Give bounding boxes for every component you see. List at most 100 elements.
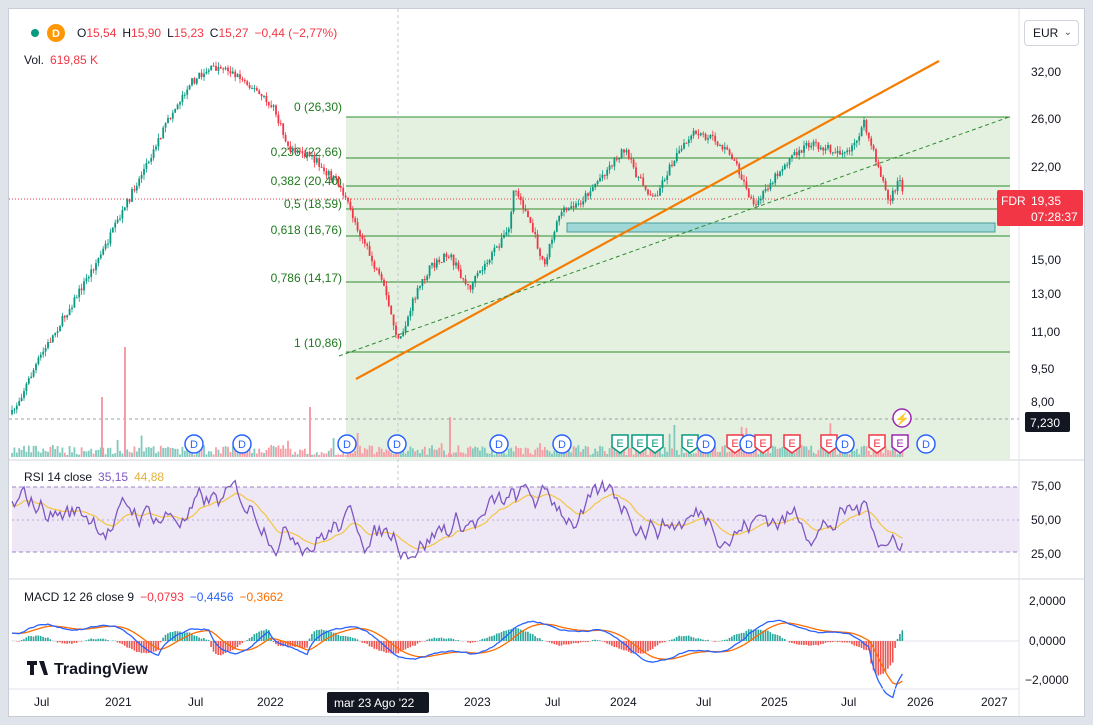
macd-legend[interactable]: MACD 12 26 close 9 −0,0793 −0,4456 −0,3662 <box>24 590 284 604</box>
candle-body <box>222 68 225 70</box>
chart-canvas[interactable]: 0 (26,30) 0,236 (22,66) 0,382 (20,40) 0,… <box>9 9 1085 717</box>
macd-axis[interactable]: 2,0000 0,0000 −2,0000 <box>1025 594 1069 687</box>
volume-bar <box>42 448 45 457</box>
volume-bar <box>433 449 436 457</box>
volume-bar <box>344 454 347 457</box>
volume-bar <box>155 453 157 457</box>
rsi-axis[interactable]: 75,00 50,00 25,00 <box>1031 479 1061 561</box>
volume-bar <box>695 453 697 457</box>
macd-hist-bar <box>618 641 620 649</box>
macd-hist-bar <box>831 641 834 643</box>
volume-bar <box>515 445 517 457</box>
candle-body <box>853 142 856 146</box>
candle-body <box>387 295 390 306</box>
volume-bar <box>363 448 366 457</box>
dividend-marker[interactable]: D <box>337 434 357 454</box>
volume-bar <box>92 453 95 457</box>
macd-hist-bar <box>301 641 304 648</box>
macd-hist-bar <box>210 641 212 648</box>
candle-body <box>510 211 513 229</box>
macd-hist-bar <box>515 627 517 641</box>
earnings-label: E <box>759 438 766 450</box>
candle-body <box>215 65 217 71</box>
dividend-marker[interactable]: D <box>835 434 855 454</box>
candle-body <box>51 335 54 343</box>
time-axis[interactable]: Jul 2021 Jul 2022 2023 Jul 2024 Jul 2025… <box>34 695 1008 709</box>
support-zone-rectangle[interactable] <box>566 222 996 233</box>
macd-hist-bar <box>80 641 83 642</box>
earnings-label: E <box>825 438 832 450</box>
candle-body <box>390 305 393 315</box>
macd-line[interactable] <box>11 619 903 699</box>
macd-hist-bar <box>567 641 570 645</box>
candle-body <box>193 78 196 84</box>
currency-selector[interactable]: EUR ⌄ <box>1024 20 1079 46</box>
macd-hist-bar <box>819 641 822 645</box>
dividend-marker[interactable]: D <box>696 434 716 454</box>
candle-body <box>541 255 544 260</box>
volume-bar <box>167 446 169 457</box>
candle-body <box>733 159 736 161</box>
candle-body <box>822 147 825 151</box>
macd-hist-bar <box>875 641 877 674</box>
macd-hist-bar <box>812 641 815 646</box>
volume-bar <box>524 447 527 457</box>
price-axis[interactable]: 32,00 26,00 22,00 15,00 13,00 11,00 9,50… <box>1031 65 1061 409</box>
macd-hist-bar <box>351 637 354 641</box>
volume-bar <box>587 446 589 457</box>
candle-body <box>138 178 141 186</box>
dividend-marker[interactable]: D <box>489 434 509 454</box>
candle-body <box>505 232 508 235</box>
svg-text:7,230: 7,230 <box>1030 416 1060 430</box>
candle-body <box>121 210 124 219</box>
dividend-marker[interactable]: D <box>232 434 252 454</box>
macd-hist-bar <box>764 630 767 641</box>
macd-hist-bar <box>231 641 234 650</box>
candle-body <box>68 309 71 316</box>
volume-bar <box>282 445 285 457</box>
dividend-marker[interactable]: D <box>387 434 407 454</box>
macd-hist-bar <box>728 637 731 641</box>
flash-marker[interactable]: ⚡ <box>892 408 912 428</box>
macd-hist-bar <box>596 640 599 641</box>
dividend-marker[interactable]: D <box>184 434 204 454</box>
macd-hist-bar <box>704 640 707 641</box>
candle-body <box>13 409 16 411</box>
candle-body <box>642 177 645 186</box>
dividend-marker[interactable]: D <box>916 434 936 454</box>
volume-bar <box>601 446 604 457</box>
volume-bar <box>599 445 601 457</box>
volume-bar <box>59 452 61 457</box>
macd-hist-bar <box>433 637 436 641</box>
volume-bar <box>529 453 532 457</box>
candle-body <box>522 200 525 210</box>
volume-bar <box>124 347 126 457</box>
fib-retracement-area[interactable] <box>346 117 1010 460</box>
macd-hist-bar <box>553 641 556 645</box>
macd-hist-bar <box>455 640 457 641</box>
price-tick: 8,00 <box>1031 395 1055 409</box>
symbol-legend[interactable]: D O15,54 H15,90 L15,23 C15,27 −0,44 (−2,77%)… <box>24 24 337 67</box>
volume-bar <box>265 450 268 457</box>
dividend-marker[interactable]: D <box>552 434 572 454</box>
candle-body <box>731 154 733 160</box>
macd-hist-bar <box>71 641 73 644</box>
tradingview-logo[interactable]: TradingView <box>27 661 149 678</box>
volume-bar <box>272 446 275 457</box>
rsi-legend[interactable]: RSI 14 close 35,15 44,88 <box>24 470 164 484</box>
macd-hist-bar <box>656 641 659 646</box>
candle-body <box>111 227 114 233</box>
price-tick: 26,00 <box>1031 112 1061 126</box>
macd-hist-bar <box>623 641 625 651</box>
candle-body <box>371 255 373 262</box>
candle-body <box>445 253 448 257</box>
macd-hist-bar <box>440 637 443 641</box>
macd-hist-bar <box>663 641 666 643</box>
volume-bar <box>575 447 577 457</box>
candle-body <box>92 269 95 271</box>
volume-bar <box>536 447 539 457</box>
candle-body <box>198 72 201 79</box>
candle-body <box>632 159 635 168</box>
macd-hist-bar <box>176 631 179 641</box>
candle-body <box>495 246 498 248</box>
